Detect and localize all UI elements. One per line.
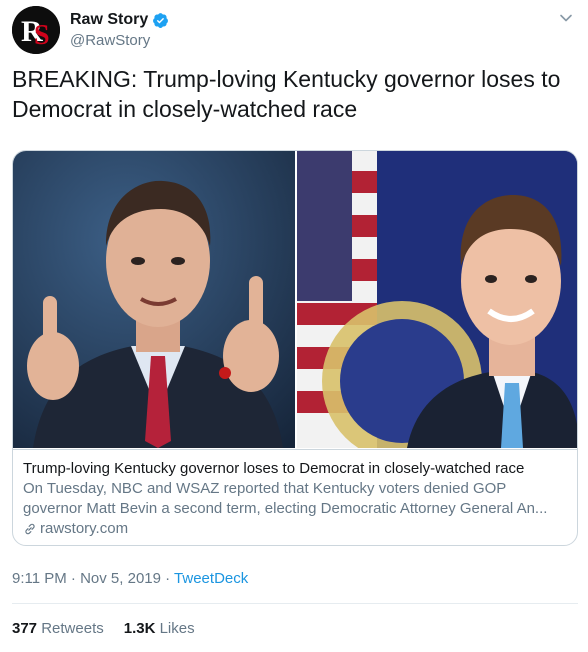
svg-text:S: S — [34, 20, 50, 51]
author-name-row: Raw Story — [70, 9, 169, 31]
author-name[interactable]: Raw Story — [70, 11, 148, 29]
chevron-down-icon — [560, 14, 572, 22]
portrait-photo-icon — [13, 151, 295, 448]
card-title: Trump-loving Kentucky governor loses to … — [23, 460, 525, 477]
portrait-photo-icon — [297, 151, 577, 448]
verified-badge-icon — [153, 12, 169, 28]
tweet-date[interactable]: Nov 5, 2019 — [80, 570, 161, 587]
tweet-meta: 9:11 PM · Nov 5, 2019 · TweetDeck — [12, 570, 248, 587]
card-photo-beshear — [297, 151, 577, 448]
card-images — [13, 151, 577, 448]
tweet-time[interactable]: 9:11 PM — [12, 570, 67, 587]
avatar[interactable]: R S — [12, 6, 60, 54]
tweet-text: BREAKING: Trump-loving Kentucky governor… — [12, 64, 572, 124]
likes-count: 1.3K — [123, 620, 156, 637]
card-description: On Tuesday, NBC and WSAZ reported that K… — [23, 479, 569, 519]
tweet-stats: 377 Retweets 1.3K Likes — [12, 620, 195, 637]
meta-separator: · — [160, 570, 175, 587]
card-domain-text: rawstory.com — [40, 520, 129, 537]
divider — [12, 603, 578, 604]
tweet-source-link[interactable]: TweetDeck — [174, 570, 248, 587]
tweet-text-line: Democrat in closely-watched race — [12, 96, 358, 122]
tweet: R S Raw Story @RawStory BREAKING: Trump-… — [0, 0, 588, 652]
retweets-count: 377 — [12, 620, 38, 637]
more-options-chevron[interactable] — [556, 8, 576, 28]
tweet-text-line: BREAKING: Trump-loving Kentucky governor… — [12, 66, 561, 92]
card-photo-bevin — [13, 151, 295, 448]
retweets-label: Retweets — [41, 620, 104, 637]
meta-separator: · — [66, 570, 81, 587]
card-body: Trump-loving Kentucky governor loses to … — [13, 449, 577, 545]
card-domain: rawstory.com — [23, 519, 569, 539]
retweets-stat[interactable]: 377 Retweets — [12, 620, 104, 637]
card-description-line: governor Matt Bevin a second term, elect… — [23, 500, 548, 517]
link-card[interactable]: Trump-loving Kentucky governor loses to … — [12, 150, 578, 546]
author-handle[interactable]: @RawStory — [70, 32, 169, 49]
card-description-line: On Tuesday, NBC and WSAZ reported that K… — [23, 480, 507, 497]
raw-story-logo-icon: R S — [12, 6, 60, 54]
link-icon — [25, 523, 35, 535]
likes-stat[interactable]: 1.3K Likes — [124, 620, 195, 637]
likes-label: Likes — [159, 620, 195, 637]
author-block: Raw Story @RawStory — [70, 9, 169, 49]
